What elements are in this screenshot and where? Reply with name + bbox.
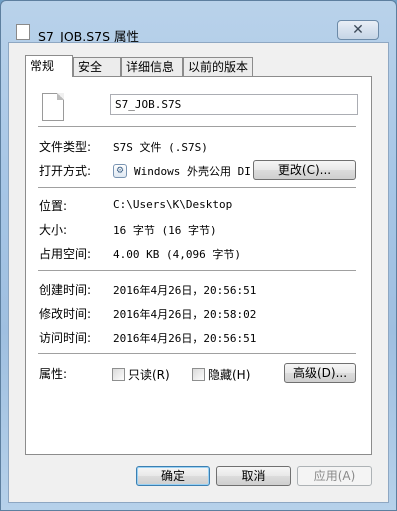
cancel-button[interactable]: 取消 xyxy=(216,466,291,486)
modified-label: 修改时间: xyxy=(39,307,92,321)
divider xyxy=(38,187,356,188)
file-icon xyxy=(16,24,30,40)
size-value: 16 字节 (16 字节) xyxy=(113,224,217,237)
general-tab-panel xyxy=(25,76,372,455)
divider xyxy=(38,270,356,271)
modified-value: 2016年4月26日，20:58:02 xyxy=(113,308,257,321)
created-value: 2016年4月26日，20:56:51 xyxy=(113,284,257,297)
file-type-value: S7S 文件 (.S7S) xyxy=(113,141,208,154)
close-icon: ✕ xyxy=(352,22,364,38)
size-on-disk-label: 占用空间: xyxy=(39,247,92,261)
file-type-label: 文件类型: xyxy=(39,140,92,154)
opens-with-label: 打开方式: xyxy=(39,164,92,178)
created-label: 创建时间: xyxy=(39,283,92,297)
program-icon: ⚙ xyxy=(113,164,127,178)
hidden-checkbox[interactable] xyxy=(192,368,205,381)
blank-file-icon xyxy=(42,93,64,121)
readonly-label[interactable]: 只读(R) xyxy=(128,366,170,383)
tab-details[interactable]: 详细信息 xyxy=(121,57,183,76)
readonly-checkbox[interactable] xyxy=(112,368,125,381)
size-label: 大小: xyxy=(39,223,68,237)
location-value: C:\Users\K\Desktop xyxy=(113,198,233,211)
attributes-label: 属性: xyxy=(39,367,68,381)
tab-general[interactable]: 常规 xyxy=(25,55,73,77)
accessed-value: 2016年4月26日，20:56:51 xyxy=(113,332,257,345)
tab-security[interactable]: 安全 xyxy=(73,57,121,76)
change-program-button[interactable]: 更改(C)... xyxy=(253,160,356,180)
divider xyxy=(38,126,356,127)
size-on-disk-value: 4.00 KB (4,096 字节) xyxy=(113,248,241,261)
hidden-label[interactable]: 隐藏(H) xyxy=(208,366,250,383)
title-bar[interactable]: S7_JOB.S7S 属性 ✕ xyxy=(0,0,397,44)
tab-previous-versions[interactable]: 以前的版本 xyxy=(183,57,253,76)
divider xyxy=(38,353,356,354)
file-name-input[interactable]: S7_JOB.S7S xyxy=(110,94,358,115)
close-button[interactable]: ✕ xyxy=(337,20,379,40)
advanced-button[interactable]: 高级(D)... xyxy=(284,363,356,383)
accessed-label: 访问时间: xyxy=(39,331,92,345)
location-label: 位置: xyxy=(39,199,68,213)
ok-button[interactable]: 确定 xyxy=(136,466,210,486)
opens-with-value: Windows 外壳公用 DI xyxy=(134,165,251,178)
apply-button[interactable]: 应用(A) xyxy=(297,466,372,486)
